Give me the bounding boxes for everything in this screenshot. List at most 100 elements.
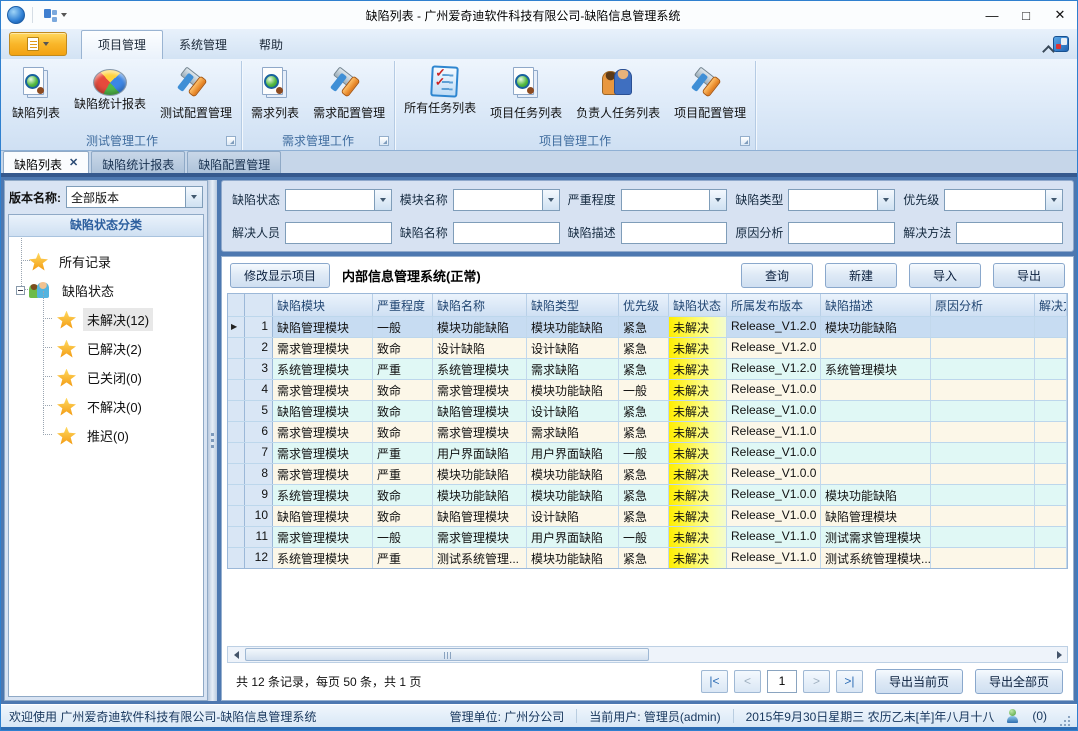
- filter-input[interactable]: [285, 189, 392, 211]
- scrollbar-thumb[interactable]: [245, 648, 649, 661]
- ribbon-button[interactable]: 需求配置管理: [306, 62, 392, 131]
- column-header[interactable]: 缺陷状态: [669, 294, 727, 316]
- table-row[interactable]: 9 系统管理模块 致命 模块功能缺陷 模块功能缺陷 紧急 未解决 Release…: [228, 484, 1067, 505]
- sidebar-splitter[interactable]: [208, 180, 217, 701]
- filter-input[interactable]: [956, 222, 1063, 244]
- ribbon-button[interactable]: 需求列表: [244, 62, 306, 131]
- query-button[interactable]: 查询: [741, 263, 813, 288]
- dialog-launcher-icon[interactable]: [740, 136, 750, 146]
- maximize-button[interactable]: □: [1009, 2, 1043, 28]
- row-selector-cell[interactable]: [228, 527, 245, 547]
- chevron-down-icon[interactable]: [185, 187, 202, 207]
- row-selector-cell[interactable]: [228, 506, 245, 526]
- chevron-down-icon[interactable]: [542, 190, 559, 210]
- scroll-left-icon[interactable]: [228, 647, 244, 662]
- row-selector-cell[interactable]: [228, 317, 245, 337]
- column-header[interactable]: 所属发布版本: [727, 294, 821, 316]
- minimize-button[interactable]: —: [975, 2, 1009, 28]
- ribbon-tab[interactable]: 项目管理: [81, 30, 163, 59]
- close-button[interactable]: ✕: [1043, 2, 1077, 28]
- document-tab[interactable]: 缺陷统计报表: [91, 151, 185, 173]
- tree-item[interactable]: 不解决(0): [13, 392, 199, 421]
- modify-columns-button[interactable]: 修改显示项目: [230, 263, 330, 288]
- chevron-down-icon[interactable]: [1045, 190, 1062, 210]
- column-header[interactable]: 缺陷名称: [433, 294, 527, 316]
- table-row[interactable]: 4 需求管理模块 致命 需求管理模块 模块功能缺陷 一般 未解决 Release…: [228, 379, 1067, 400]
- filter-input[interactable]: [788, 189, 895, 211]
- export-all-pages-button[interactable]: 导出全部页: [975, 669, 1063, 694]
- column-header[interactable]: 缺陷描述: [821, 294, 931, 316]
- row-selector-cell[interactable]: [228, 548, 245, 568]
- dialog-launcher-icon[interactable]: [226, 136, 236, 146]
- column-header[interactable]: 解决方法: [1035, 294, 1067, 316]
- help-icon[interactable]: [1053, 36, 1069, 52]
- table-row[interactable]: 11 需求管理模块 一般 需求管理模块 用户界面缺陷 一般 未解决 Releas…: [228, 526, 1067, 547]
- tree-item[interactable]: 已关闭(0): [13, 363, 199, 392]
- table-row[interactable]: 8 需求管理模块 严重 模块功能缺陷 模块功能缺陷 紧急 未解决 Release…: [228, 463, 1067, 484]
- chevron-down-icon[interactable]: [877, 190, 894, 210]
- row-selector-cell[interactable]: [228, 401, 245, 421]
- filter-input[interactable]: [621, 189, 728, 211]
- row-selector-cell[interactable]: [228, 422, 245, 442]
- online-users-icon[interactable]: [1006, 709, 1020, 723]
- column-header[interactable]: 优先级: [619, 294, 669, 316]
- filter-input[interactable]: [453, 222, 560, 244]
- filter-input[interactable]: [944, 189, 1063, 211]
- document-tab[interactable]: 缺陷配置管理: [187, 151, 281, 173]
- version-select[interactable]: 全部版本: [66, 186, 203, 208]
- filter-input[interactable]: [453, 189, 560, 211]
- tree-item[interactable]: 推迟(0): [13, 421, 199, 450]
- filter-input[interactable]: [788, 222, 895, 244]
- filter-input[interactable]: [285, 222, 392, 244]
- table-row[interactable]: 7 需求管理模块 严重 用户界面缺陷 用户界面缺陷 一般 未解决 Release…: [228, 442, 1067, 463]
- table-row[interactable]: 1 缺陷管理模块 一般 模块功能缺陷 模块功能缺陷 紧急 未解决 Release…: [228, 316, 1067, 337]
- quick-access-toolbar[interactable]: [40, 7, 71, 24]
- tree-item[interactable]: 未解决(12): [13, 305, 199, 334]
- horizontal-scrollbar[interactable]: [227, 646, 1068, 663]
- document-tab[interactable]: 缺陷列表 ✕: [3, 151, 89, 173]
- ribbon-button[interactable]: 缺陷列表: [5, 62, 67, 131]
- import-button[interactable]: 导入: [909, 263, 981, 288]
- next-page-button[interactable]: >: [803, 670, 830, 693]
- row-selector-cell[interactable]: [228, 338, 245, 358]
- row-selector-cell[interactable]: [228, 380, 245, 400]
- column-header[interactable]: 缺陷类型: [527, 294, 619, 316]
- filter-input[interactable]: [621, 222, 728, 244]
- column-header[interactable]: 缺陷模块: [273, 294, 373, 316]
- page-number-input[interactable]: [767, 670, 797, 693]
- scroll-right-icon[interactable]: [1051, 647, 1067, 662]
- row-selector-cell[interactable]: [228, 443, 245, 463]
- collapse-node-icon[interactable]: [16, 286, 25, 295]
- table-row[interactable]: 10 缺陷管理模块 致命 缺陷管理模块 设计缺陷 紧急 未解决 Release_…: [228, 505, 1067, 526]
- ribbon-tab[interactable]: 系统管理: [163, 31, 243, 59]
- row-selector-cell[interactable]: [228, 464, 245, 484]
- row-selector-cell[interactable]: [228, 485, 245, 505]
- table-row[interactable]: 12 系统管理模块 严重 测试系统管理... 模块功能缺陷 紧急 未解决 Rel…: [228, 547, 1067, 568]
- resize-grip[interactable]: [1059, 715, 1071, 727]
- ribbon-button[interactable]: 所有任务列表: [397, 62, 483, 131]
- row-selector-cell[interactable]: [228, 359, 245, 379]
- file-menu-button[interactable]: [9, 32, 67, 56]
- create-button[interactable]: 新建: [825, 263, 897, 288]
- column-header[interactable]: 严重程度: [373, 294, 433, 316]
- tree-item[interactable]: 已解决(2): [13, 334, 199, 363]
- column-header[interactable]: 原因分析: [931, 294, 1035, 316]
- tree-item[interactable]: 所有记录: [13, 247, 199, 276]
- export-current-page-button[interactable]: 导出当前页: [875, 669, 963, 694]
- export-button[interactable]: 导出: [993, 263, 1065, 288]
- ribbon-button[interactable]: 项目任务列表: [483, 62, 569, 131]
- ribbon-button[interactable]: 项目配置管理: [667, 62, 753, 131]
- prev-page-button[interactable]: <: [734, 670, 761, 693]
- table-row[interactable]: 6 需求管理模块 致命 需求管理模块 需求缺陷 紧急 未解决 Release_V…: [228, 421, 1067, 442]
- tree-item[interactable]: 缺陷状态: [13, 276, 199, 305]
- ribbon-tab[interactable]: 帮助: [243, 31, 299, 59]
- last-page-button[interactable]: >|: [836, 670, 863, 693]
- ribbon-button[interactable]: 测试配置管理: [153, 62, 239, 131]
- scrollbar-track[interactable]: [244, 647, 1051, 662]
- dialog-launcher-icon[interactable]: [379, 136, 389, 146]
- table-row[interactable]: 2 需求管理模块 致命 设计缺陷 设计缺陷 紧急 未解决 Release_V1.…: [228, 337, 1067, 358]
- table-row[interactable]: 3 系统管理模块 严重 系统管理模块 需求缺陷 紧急 未解决 Release_V…: [228, 358, 1067, 379]
- first-page-button[interactable]: |<: [701, 670, 728, 693]
- chevron-down-icon[interactable]: [374, 190, 391, 210]
- table-row[interactable]: 5 缺陷管理模块 致命 缺陷管理模块 设计缺陷 紧急 未解决 Release_V…: [228, 400, 1067, 421]
